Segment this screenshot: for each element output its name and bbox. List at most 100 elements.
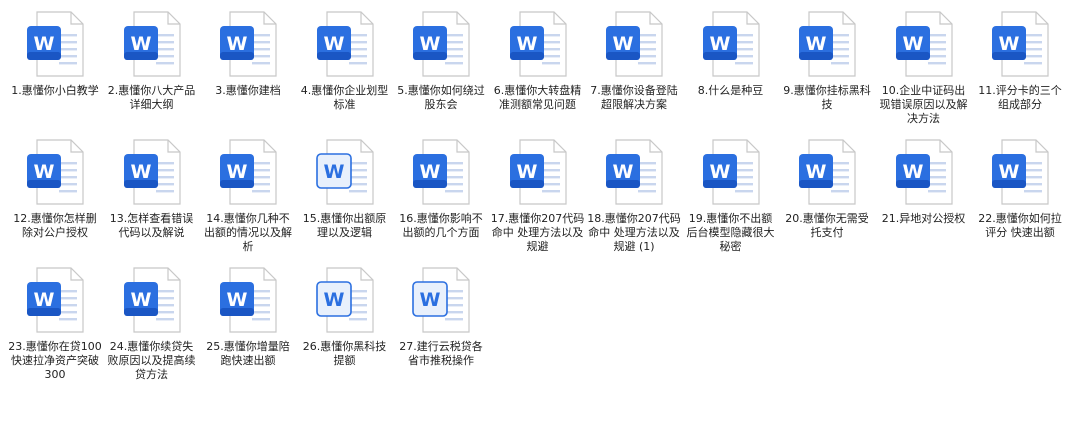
word-letter: W <box>516 33 537 55</box>
word-document-icon: W <box>409 264 473 336</box>
file-name-label: 23.惠懂你在贷100 快速拉净资产突破300 <box>8 340 102 381</box>
file-name-label: 20.惠懂你无需受托支付 <box>785 212 869 239</box>
file-item[interactable]: W 1.惠懂你小白教学 <box>8 8 102 98</box>
file-name-label: 22.惠懂你如何拉评分 快速出额 <box>978 212 1062 239</box>
file-name-label: 2.惠懂你八大产品详细大纲 <box>107 84 196 111</box>
word-document-icon: W <box>699 8 763 80</box>
file-item[interactable]: W 27.建行云税贷各省市推税操作 <box>394 264 488 368</box>
word-letter: W <box>806 33 827 55</box>
file-item[interactable]: W 3.惠懂你建档 <box>201 8 295 98</box>
file-item[interactable]: W 22.惠懂你如何拉评分 快速出额 <box>973 136 1067 240</box>
word-letter: W <box>902 161 923 183</box>
file-name-label: 7.惠懂你设备登陆超限解决方案 <box>590 84 678 111</box>
word-document-icon: W <box>988 136 1052 208</box>
word-document-icon: W <box>120 136 184 208</box>
file-name-label: 12.惠懂你怎样删除对公户授权 <box>13 212 97 239</box>
file-item[interactable]: W 5.惠懂你如何绕过股东会 <box>394 8 488 112</box>
word-document-icon: W <box>23 264 87 336</box>
word-document-icon: W <box>602 136 666 208</box>
file-name-label: 27.建行云税贷各省市推税操作 <box>399 340 483 367</box>
file-item[interactable]: W 15.惠懂你出额原理以及逻辑 <box>298 136 392 240</box>
file-name-label: 1.惠懂你小白教学 <box>11 84 99 97</box>
file-name-label: 16.惠懂你影响不出额的几个方面 <box>399 212 483 239</box>
word-document-icon: W <box>892 8 956 80</box>
file-name-label: 13.怎样查看错误代码以及解说 <box>109 212 194 239</box>
file-item[interactable]: W 2.惠懂你八大产品详细大纲 <box>105 8 199 112</box>
file-name-label: 4.惠懂你企业划型标准 <box>300 84 389 111</box>
word-document-icon: W <box>506 8 570 80</box>
file-item[interactable]: W 20.惠懂你无需受托支付 <box>780 136 874 240</box>
file-name-label: 11.评分卡的三个组成部分 <box>978 84 1062 111</box>
file-item[interactable]: W 25.惠懂你增量陪跑快速出额 <box>201 264 295 368</box>
word-document-icon: W <box>23 8 87 80</box>
file-name-label: 21.异地对公授权 <box>881 212 966 225</box>
file-name-label: 19.惠懂你不出额后台模型隐藏很大秘密 <box>686 212 775 253</box>
word-letter: W <box>130 289 151 311</box>
word-document-icon: W <box>988 8 1052 80</box>
file-name-label: 26.惠懂你黑科技提额 <box>302 340 387 367</box>
word-document-icon: W <box>699 136 763 208</box>
file-item[interactable]: W 14.惠懂你几种不出额的情况以及解析 <box>201 136 295 254</box>
file-name-label: 10.企业中证码出现错误原因以及解决方法 <box>879 84 968 125</box>
file-name-label: 15.惠懂你出额原理以及逻辑 <box>302 212 387 239</box>
word-document-icon: W <box>313 136 377 208</box>
word-document-icon: W <box>313 264 377 336</box>
file-name-label: 18.惠懂你207代码命中 处理方法以及规避 (1) <box>587 212 681 253</box>
word-letter: W <box>613 33 634 55</box>
word-letter: W <box>34 161 55 183</box>
file-name-label: 9.惠懂你挂标黑科技 <box>783 84 871 111</box>
word-letter: W <box>613 161 634 183</box>
file-name-label: 8.什么是种豆 <box>697 84 764 97</box>
word-letter: W <box>130 33 151 55</box>
file-item[interactable]: W 8.什么是种豆 <box>684 8 778 98</box>
file-item[interactable]: W 9.惠懂你挂标黑科技 <box>780 8 874 112</box>
word-document-icon: W <box>23 136 87 208</box>
word-document-icon: W <box>120 264 184 336</box>
word-document-icon: W <box>409 8 473 80</box>
word-letter: W <box>227 289 248 311</box>
word-letter: W <box>323 33 344 55</box>
word-document-icon: W <box>795 136 859 208</box>
word-document-icon: W <box>216 264 280 336</box>
file-item[interactable]: W 6.惠懂你大转盘精准测额常见问题 <box>491 8 585 112</box>
file-item[interactable]: W 17.惠懂你207代码命中 处理方法以及规避 <box>491 136 585 254</box>
file-item[interactable]: W 16.惠懂你影响不出额的几个方面 <box>394 136 488 240</box>
word-letter: W <box>709 161 730 183</box>
word-document-icon: W <box>216 8 280 80</box>
word-letter: W <box>806 161 827 183</box>
word-letter: W <box>323 161 344 183</box>
file-item[interactable]: W 19.惠懂你不出额后台模型隐藏很大秘密 <box>684 136 778 254</box>
file-item[interactable]: W 7.惠懂你设备登陆超限解决方案 <box>587 8 681 112</box>
word-letter: W <box>34 289 55 311</box>
file-name-label: 5.惠懂你如何绕过股东会 <box>397 84 485 111</box>
file-item[interactable]: W 12.惠懂你怎样删除对公户授权 <box>8 136 102 240</box>
file-item[interactable]: W 4.惠懂你企业划型标准 <box>298 8 392 112</box>
word-letter: W <box>709 33 730 55</box>
word-letter: W <box>999 33 1020 55</box>
file-item[interactable]: W 24.惠懂你续贷失败原因以及提高续贷方法 <box>105 264 199 382</box>
file-item[interactable]: W 10.企业中证码出现错误原因以及解决方法 <box>877 8 971 126</box>
file-name-label: 25.惠懂你增量陪跑快速出额 <box>206 340 290 367</box>
word-letter: W <box>420 33 441 55</box>
word-document-icon: W <box>216 136 280 208</box>
word-letter: W <box>516 161 537 183</box>
file-item[interactable]: W 18.惠懂你207代码命中 处理方法以及规避 (1) <box>587 136 681 254</box>
file-name-label: 3.惠懂你建档 <box>215 84 281 97</box>
file-item[interactable]: W 13.怎样查看错误代码以及解说 <box>105 136 199 240</box>
word-letter: W <box>130 161 151 183</box>
file-name-label: 24.惠懂你续贷失败原因以及提高续贷方法 <box>107 340 196 381</box>
file-item[interactable]: W 21.异地对公授权 <box>877 136 971 226</box>
file-item[interactable]: W 11.评分卡的三个组成部分 <box>973 8 1067 112</box>
word-document-icon: W <box>602 8 666 80</box>
word-document-icon: W <box>795 8 859 80</box>
file-item[interactable]: W 23.惠懂你在贷100 快速拉净资产突破300 <box>8 264 102 382</box>
word-letter: W <box>227 161 248 183</box>
word-letter: W <box>999 161 1020 183</box>
word-letter: W <box>323 289 344 311</box>
file-name-label: 14.惠懂你几种不出额的情况以及解析 <box>204 212 292 253</box>
word-letter: W <box>34 33 55 55</box>
word-letter: W <box>902 33 923 55</box>
file-name-label: 17.惠懂你207代码命中 处理方法以及规避 <box>490 212 585 253</box>
file-item[interactable]: W 26.惠懂你黑科技提额 <box>298 264 392 368</box>
word-letter: W <box>227 33 248 55</box>
